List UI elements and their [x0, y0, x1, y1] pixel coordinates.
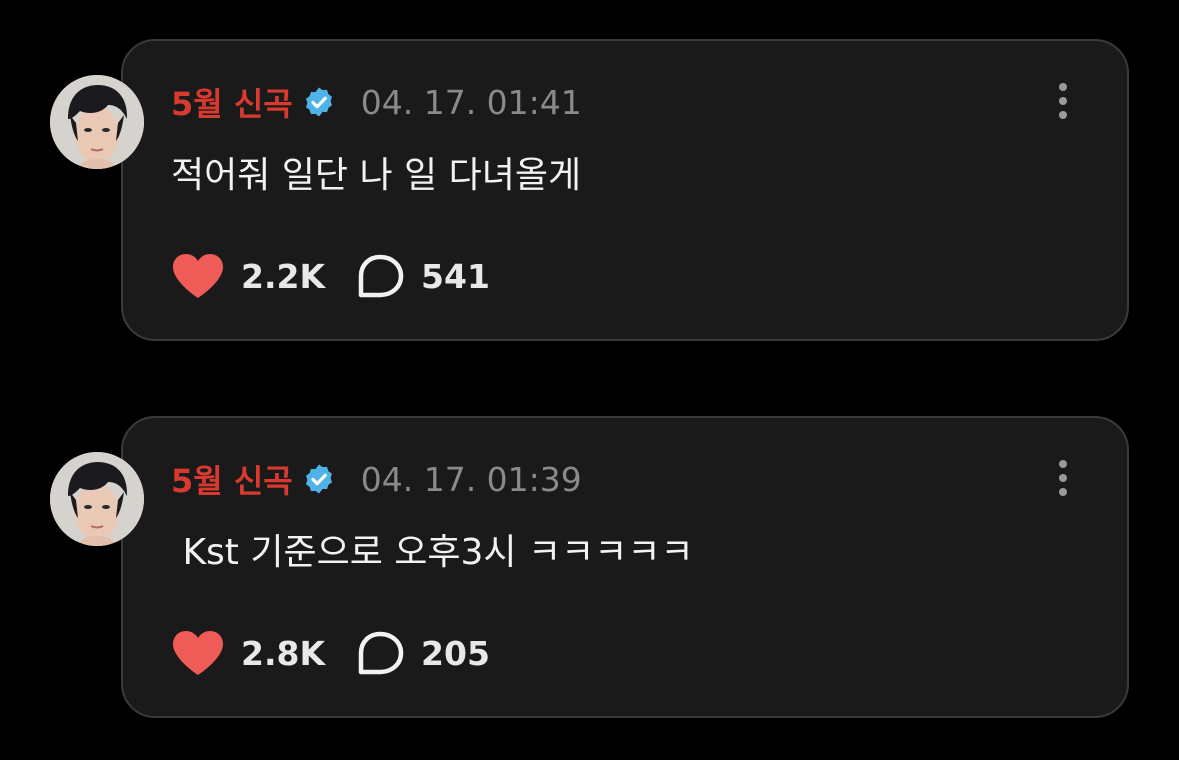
post-text: Kst 기준으로 오후3시 ㅋㅋㅋㅋㅋ	[171, 532, 694, 573]
username[interactable]: 5월 신곡	[171, 456, 293, 502]
post-timestamp: 04. 17. 01:39	[360, 459, 582, 499]
post-header: 5월 신곡 04. 17. 01:39	[171, 456, 582, 502]
like-count: 2.2K	[241, 256, 326, 296]
avatar[interactable]	[50, 75, 144, 169]
reply-button[interactable]: 205	[355, 630, 490, 676]
reply-bubble-icon	[358, 631, 404, 675]
verified-badge-icon	[303, 463, 335, 495]
more-options-icon[interactable]	[1053, 460, 1073, 500]
post-bubble[interactable]: 5월 신곡 04. 17. 01:39 Kst 기준으로 오후3시 ㅋㅋㅋㅋㅋ	[121, 416, 1129, 718]
reply-button[interactable]: 541	[355, 253, 490, 299]
like-button[interactable]: 2.2K	[171, 252, 325, 300]
verified-badge-icon	[303, 86, 335, 118]
reply-count: 205	[421, 633, 490, 673]
username[interactable]: 5월 신곡	[171, 79, 293, 125]
like-button[interactable]: 2.8K	[171, 629, 325, 677]
more-options-icon[interactable]	[1053, 83, 1073, 123]
post-bubble[interactable]: 5월 신곡 04. 17. 01:41 적어줘 일단 나 일 다녀올게 2.2K…	[121, 39, 1129, 341]
post-actions: 2.8K 205	[171, 628, 490, 678]
post-actions: 2.2K 541	[171, 251, 490, 301]
post-timestamp: 04. 17. 01:41	[360, 82, 582, 122]
post-text: 적어줘 일단 나 일 다녀올게	[171, 155, 582, 196]
heart-icon	[173, 631, 223, 675]
reply-bubble-icon	[358, 254, 404, 298]
post-header: 5월 신곡 04. 17. 01:41	[171, 79, 582, 125]
heart-icon	[173, 254, 223, 298]
like-count: 2.8K	[241, 633, 326, 673]
avatar[interactable]	[50, 452, 144, 546]
reply-count: 541	[421, 256, 490, 296]
post-feed: 5월 신곡 04. 17. 01:41 적어줘 일단 나 일 다녀올게 2.2K…	[0, 0, 1179, 760]
